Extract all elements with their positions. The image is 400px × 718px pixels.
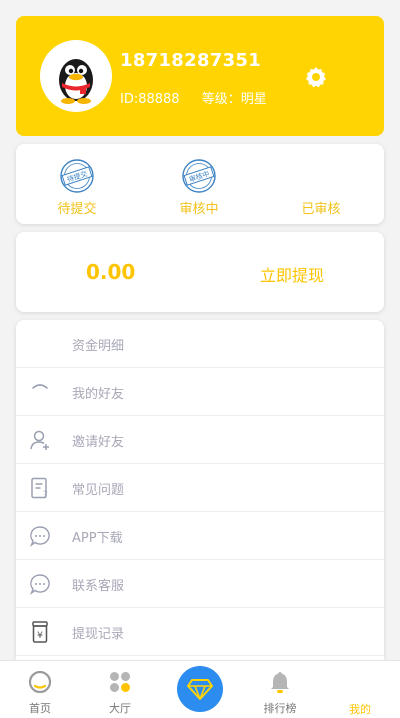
chat-bubble-icon: [30, 526, 50, 547]
withdraw-record-icon: ¥: [32, 621, 48, 643]
lobby-dots-icon: [110, 672, 130, 692]
diamond-icon: [187, 679, 213, 700]
menu-item-my-friends[interactable]: 我的好友: [16, 368, 384, 416]
avatar[interactable]: [40, 40, 112, 112]
tab-label: 大厅: [109, 702, 131, 715]
tab-label: 我的: [349, 703, 371, 716]
phone-number: 18718287351: [120, 50, 262, 71]
tab-mine[interactable]: 我的: [320, 661, 400, 718]
gear-icon[interactable]: [304, 65, 328, 89]
menu-item-label: APP下载: [72, 531, 123, 546]
profile-header: 18718287351 ID:88888 等级：明星: [16, 16, 384, 136]
menu-item-withdraw-records[interactable]: ¥ 提现记录: [16, 608, 384, 656]
review-status-card: 待提交 待提交 审核中 审核中 已审核: [16, 144, 384, 224]
friends-icon: [32, 384, 48, 389]
chat-bubble-icon: [30, 574, 50, 595]
status-label: 已审核: [301, 202, 341, 217]
svg-text:¥: ¥: [37, 631, 43, 641]
menu-item-label: 邀请好友: [72, 435, 125, 450]
user-id: ID:88888: [120, 92, 180, 107]
bell-icon: [271, 672, 289, 693]
stamp-icon: 待提交: [60, 159, 94, 193]
invite-user-icon: [30, 430, 49, 450]
status-label: 待提交: [57, 202, 97, 217]
status-under-review[interactable]: 审核中 审核中: [138, 144, 260, 224]
menu-item-invite-friends[interactable]: 邀请好友: [16, 416, 384, 464]
tab-label: 首页: [29, 702, 51, 715]
faq-document-icon: ?: [31, 477, 48, 500]
menu-item-app-download[interactable]: APP下载: [16, 512, 384, 560]
menu-item-label: 联系客服: [72, 579, 125, 594]
balance-card: 0.00 立即提现: [16, 232, 384, 312]
menu-item-label: 提现记录: [72, 627, 125, 642]
menu-item-fund-details[interactable]: 资金明细: [16, 320, 384, 368]
menu-list: 资金明细 我的好友 邀请好友 ? 常见问题 APP下载 联系客服 ¥ 提现记录: [16, 320, 384, 660]
user-meta: ID:88888 等级：明星: [120, 88, 285, 107]
status-reviewed[interactable]: 已审核: [260, 144, 382, 224]
tab-label: 排行榜: [263, 702, 297, 715]
balance-amount: 0.00: [86, 260, 136, 284]
penguin-avatar-icon: [59, 59, 93, 104]
menu-item-faq[interactable]: ? 常见问题: [16, 464, 384, 512]
svg-text:?: ?: [43, 490, 48, 500]
menu-item-label: 常见问题: [72, 483, 125, 498]
stamp-icon: 审核中: [182, 159, 216, 193]
center-diamond-button[interactable]: [177, 666, 223, 712]
status-label: 审核中: [179, 202, 219, 217]
user-level: 等级：明星: [201, 92, 267, 107]
home-icon: [28, 670, 52, 694]
tab-lobby[interactable]: 大厅: [80, 661, 160, 718]
menu-item-contact-support[interactable]: 联系客服: [16, 560, 384, 608]
tab-ranking[interactable]: 排行榜: [240, 661, 320, 718]
tab-home[interactable]: 首页: [0, 661, 80, 718]
withdraw-now-button[interactable]: 立即提现: [260, 262, 324, 286]
status-pending-submit[interactable]: 待提交 待提交: [16, 144, 138, 224]
menu-item-label: 我的好友: [72, 387, 125, 402]
menu-item-label: 资金明细: [72, 339, 125, 354]
